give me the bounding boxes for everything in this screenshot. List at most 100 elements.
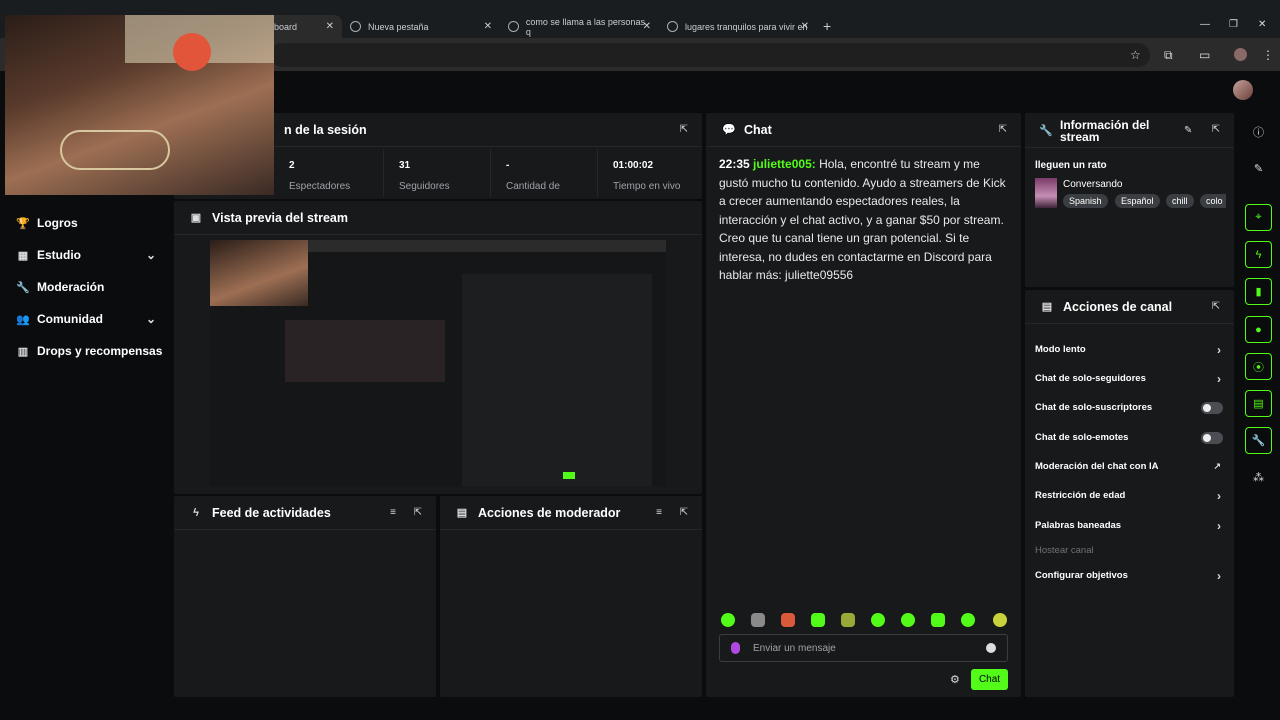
popout-icon[interactable]: ⇱ <box>680 507 688 518</box>
sidebar-item-label: Logros <box>37 216 78 230</box>
emote-icon[interactable] <box>931 613 945 627</box>
browser-tab[interactable]: como se llama a las personas q ✕ <box>508 15 651 38</box>
action-label: Restricción de edad <box>1035 490 1126 501</box>
clipboard-icon: ▤ <box>456 507 468 519</box>
tab-label: Nueva pestaña <box>368 21 429 32</box>
chevron-down-icon: ⌄ <box>145 248 156 262</box>
chat-icon[interactable]: ● <box>1245 316 1272 343</box>
maximize-icon[interactable]: ❐ <box>1229 19 1238 30</box>
toggle-switch[interactable] <box>1201 401 1223 414</box>
action-age-restriction[interactable]: Restricción de edad › <box>1035 489 1225 503</box>
browser-tab[interactable]: lugares tranquilos para vivir en ✕ <box>667 15 809 38</box>
stream-preview-video[interactable] <box>210 240 666 486</box>
menu-icon[interactable]: ⋮ <box>1262 48 1274 62</box>
info-title: Información del stream <box>1060 119 1149 143</box>
sidebar-item-moderacion[interactable]: 🔧 Moderación <box>16 280 156 294</box>
action-host-channel: Hostear canal <box>1035 545 1225 556</box>
stat-live-time: 01:00:02 Tiempo en vivo <box>598 149 702 197</box>
server-icon[interactable]: ▤ <box>1245 390 1272 417</box>
popout-icon[interactable]: ⇱ <box>999 124 1007 135</box>
close-icon[interactable]: ✕ <box>643 21 651 32</box>
sidebar-item-estudio[interactable]: ▦ Estudio ⌄ <box>16 248 156 262</box>
stat-value: 01:00:02 <box>613 160 654 171</box>
action-label: Hostear canal <box>1035 545 1094 556</box>
tab-label: board <box>274 21 298 32</box>
avatar[interactable] <box>1233 80 1253 100</box>
browser-tab[interactable]: Nueva pestaña ✕ <box>350 15 492 38</box>
sidebar-item-logros[interactable]: 🏆 Logros <box>16 216 156 230</box>
filter-icon[interactable]: ≡ <box>390 507 396 518</box>
action-label: Moderación del chat con IA <box>1035 461 1159 472</box>
pencil-icon[interactable]: ✎ <box>1245 155 1272 182</box>
popout-icon[interactable]: ⇱ <box>680 124 688 135</box>
sidebar-item-comunidad[interactable]: 👥 Comunidad ⌄ <box>16 312 156 326</box>
stat-label: Tiempo en vivo <box>613 181 681 192</box>
message-user[interactable]: juliette005: <box>753 157 816 171</box>
sidepanel-icon[interactable]: ▭ <box>1199 48 1210 62</box>
preview-chat-button <box>563 472 575 479</box>
emoji-icon[interactable] <box>986 643 996 653</box>
action-emotes-only: Chat de solo-emotes <box>1035 431 1225 444</box>
chat-input[interactable]: Enviar un mensaje <box>719 634 1008 662</box>
address-bar[interactable] <box>270 43 1150 67</box>
popout-icon[interactable]: ⇱ <box>414 507 422 518</box>
action-goals[interactable]: Configurar objetivos › <box>1035 568 1225 583</box>
focus-icon[interactable]: ⌖ <box>1245 204 1272 231</box>
bolt-icon[interactable]: ϟ <box>1245 241 1272 268</box>
feed-title: Feed de actividades <box>212 505 331 520</box>
emote-icon[interactable] <box>841 613 855 627</box>
action-label: Chat de solo-suscriptores <box>1035 402 1153 413</box>
emote-icon[interactable] <box>961 613 975 627</box>
action-banned-words[interactable]: Palabras baneadas › <box>1035 519 1225 533</box>
profile-icon[interactable] <box>1234 48 1247 61</box>
emote-icon[interactable] <box>871 613 885 627</box>
webcam-decoration <box>173 33 211 71</box>
toggle-switch[interactable] <box>1201 431 1223 444</box>
emote-icon[interactable] <box>811 613 825 627</box>
gear-icon[interactable]: ⚙ <box>950 673 960 686</box>
wrench-icon: 🔧 <box>16 281 30 294</box>
close-icon[interactable]: ✕ <box>484 21 492 32</box>
session-title: n de la sesión <box>284 122 367 137</box>
chat-input-placeholder: Enviar un mensaje <box>753 643 836 654</box>
action-subscribers-only: Chat de solo-suscriptores <box>1035 401 1225 414</box>
filter-icon[interactable]: ≡ <box>656 507 662 518</box>
window-close-icon[interactable]: ✕ <box>1258 19 1266 30</box>
action-slow-mode[interactable]: Modo lento › <box>1035 343 1225 357</box>
modactions-title: Acciones de moderador <box>478 505 621 520</box>
tag-badge: Español <box>1115 194 1160 208</box>
action-ai-moderation[interactable]: Moderación del chat con IA ↗ <box>1035 461 1225 472</box>
microphone-icon[interactable] <box>731 642 740 654</box>
minimize-icon[interactable]: — <box>1200 19 1210 30</box>
sidebar-item-label: Estudio <box>37 248 81 262</box>
emote-icon[interactable] <box>901 613 915 627</box>
close-icon[interactable]: ✕ <box>326 21 334 32</box>
sidebar-item-drops[interactable]: ▥ Drops y recompensas <box>16 344 172 358</box>
wrench-icon[interactable]: 🔧 <box>1245 427 1272 454</box>
new-tab-icon[interactable]: + <box>823 18 831 34</box>
emote-icon[interactable] <box>993 613 1007 627</box>
stat-value: 31 <box>399 160 411 171</box>
modactions-header: ▤ Acciones de moderador <box>440 496 702 530</box>
broadcast-icon[interactable]: ⦿ <box>1245 353 1272 380</box>
emote-icon[interactable] <box>781 613 795 627</box>
emote-icon[interactable] <box>751 613 765 627</box>
action-label: Chat de solo-seguidores <box>1035 373 1146 384</box>
edit-icon[interactable]: ✎ <box>1184 125 1192 136</box>
close-icon[interactable]: ✕ <box>801 21 809 32</box>
popout-icon[interactable]: ⇱ <box>1212 301 1220 312</box>
tag-badge: Spanish <box>1063 194 1108 208</box>
chevron-right-icon: › <box>1217 568 1221 583</box>
action-followers-only[interactable]: Chat de solo-seguidores › <box>1035 372 1225 386</box>
star-icon[interactable]: ☆ <box>1130 48 1141 62</box>
extensions-icon[interactable]: ⧉ <box>1164 48 1173 63</box>
chat-header: 💬 Chat <box>706 113 1021 147</box>
emote-icon[interactable] <box>721 613 735 627</box>
chat-send-button[interactable]: Chat <box>971 669 1008 690</box>
info-icon[interactable]: ⓘ <box>1245 118 1272 145</box>
popout-icon[interactable]: ⇱ <box>1212 124 1220 135</box>
document-icon[interactable]: ▮ <box>1245 278 1272 305</box>
browser-tab[interactable]: board ✕ <box>262 15 342 38</box>
community-icon[interactable]: ⁂ <box>1245 464 1272 491</box>
category-label: Conversando <box>1063 179 1123 190</box>
